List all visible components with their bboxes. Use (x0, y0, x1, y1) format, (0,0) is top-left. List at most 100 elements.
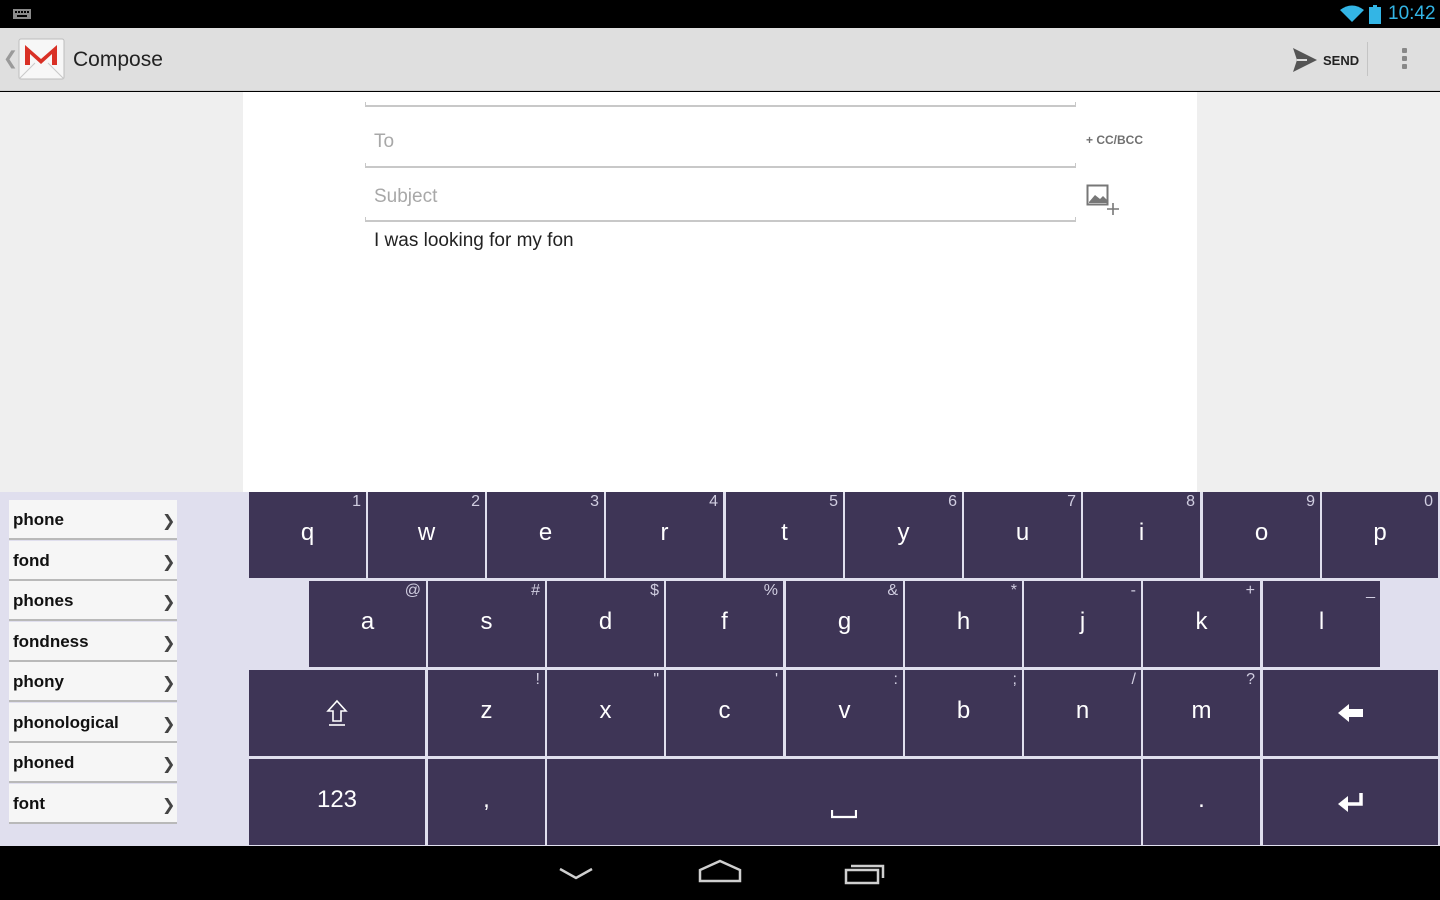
message-body[interactable]: I was looking for my fon (374, 230, 574, 252)
content-area: + CC/BCC I was looking for my fon (0, 92, 1440, 492)
key-label: r (660, 519, 669, 546)
action-bar-title: Compose (73, 48, 163, 71)
key-label: b (956, 697, 971, 724)
chevron-right-icon: ❯ (162, 796, 176, 814)
recents-icon[interactable] (843, 862, 887, 886)
key-o[interactable]: o9 (1203, 492, 1320, 578)
key-label: z (480, 697, 493, 724)
key-alt-label: " (653, 671, 659, 688)
key-alt-label: 7 (1067, 493, 1076, 510)
key-e[interactable]: e3 (487, 492, 604, 578)
enter-key[interactable] (1263, 759, 1438, 845)
key-s[interactable]: s # (428, 581, 545, 667)
keyboard-icon (13, 9, 31, 19)
suggestion-item[interactable]: fondness ❯ (9, 621, 177, 662)
key-f[interactable]: f% (666, 581, 783, 667)
send-button[interactable]: SEND (1286, 42, 1368, 78)
back-icon[interactable] (557, 866, 595, 882)
key-label: k (1195, 608, 1208, 635)
from-field-divider (365, 102, 1076, 107)
key-alt-label: $ (650, 582, 659, 599)
key-r[interactable]: r4 (606, 492, 723, 578)
key-alt-label: ? (1246, 671, 1255, 688)
key-y[interactable]: y6 (845, 492, 962, 578)
subject-field-divider (365, 217, 1076, 222)
suggestion-item[interactable]: phoned ❯ (9, 743, 177, 783)
key-p[interactable]: p0 (1322, 492, 1438, 578)
key-label: x (599, 697, 612, 724)
backspace-key[interactable] (1263, 670, 1438, 756)
key-q[interactable]: q1 (249, 492, 366, 578)
key-x[interactable]: x " (547, 670, 664, 756)
key-d[interactable]: d $ (547, 581, 664, 667)
key-t[interactable]: t5 (726, 492, 843, 578)
cc-bcc-button[interactable]: + CC/BCC (1086, 133, 1143, 147)
key-alt-label: - (1130, 582, 1136, 599)
key-alt-label: # (531, 582, 540, 599)
key-label: y (897, 519, 910, 546)
suggestion-list: phone ❯ fond ❯ phones ❯ fondness ❯ phony ❯ phonolo… (9, 500, 177, 824)
suggestion-item[interactable]: phonological ❯ (9, 702, 177, 743)
key-z[interactable]: z! (428, 670, 545, 756)
key-c[interactable]: c ' (666, 670, 783, 756)
key-v[interactable]: v: (786, 670, 903, 756)
key-m[interactable]: m? (1143, 670, 1260, 756)
suggestion-item[interactable]: fond ❯ (9, 540, 177, 581)
subject-field[interactable] (365, 177, 1076, 217)
overflow-menu-icon[interactable] (1390, 43, 1418, 75)
key-alt-label: * (1010, 582, 1017, 599)
gmail-logo[interactable] (17, 35, 66, 84)
suggestion-item[interactable]: phony ❯ (9, 662, 177, 702)
key-w[interactable]: w2 (368, 492, 485, 578)
chevron-right-icon: ❯ (162, 675, 176, 692)
key-label: 123 (316, 786, 358, 813)
send-label: SEND (1323, 52, 1360, 68)
suggestion-word: phonological (13, 712, 119, 732)
key-g[interactable]: g & (786, 581, 903, 667)
key-alt-label: + (1245, 582, 1255, 599)
key-j[interactable]: j- (1024, 581, 1141, 667)
battery-icon (1369, 5, 1381, 24)
key-alt-label: : (893, 671, 898, 688)
numbers-key[interactable]: 123 (249, 759, 425, 845)
key-label: p (1373, 519, 1387, 546)
comma-key[interactable]: , (428, 759, 545, 845)
navigation-bar (0, 846, 1440, 900)
shift-icon (326, 699, 348, 726)
key-label: , (483, 786, 490, 813)
shift-key[interactable] (249, 670, 425, 756)
key-alt-label: 1 (352, 493, 361, 510)
key-alt-label: ; (1012, 671, 1017, 688)
space-key[interactable] (547, 759, 1141, 845)
suggestion-word: phony (13, 672, 64, 691)
key-label: s (480, 608, 493, 635)
key-label: w (417, 519, 436, 546)
suggestion-item[interactable]: phones ❯ (9, 581, 177, 621)
suggestion-item[interactable]: font ❯ (9, 783, 177, 824)
key-u[interactable]: u7 (964, 492, 1081, 578)
key-b[interactable]: b; (905, 670, 1022, 756)
space-icon (831, 810, 857, 819)
key-label: j (1079, 608, 1086, 635)
key-h[interactable]: h * (905, 581, 1022, 667)
up-chevron-icon[interactable]: ❮ (3, 48, 18, 69)
chevron-right-icon: ❯ (162, 756, 176, 773)
status-bar: 10:42 (0, 0, 1440, 28)
period-key[interactable]: . (1143, 759, 1260, 845)
key-k[interactable]: k + (1143, 581, 1260, 667)
suggestion-item[interactable]: phone ❯ (9, 500, 177, 540)
home-icon[interactable] (697, 858, 743, 884)
chevron-right-icon: ❯ (162, 553, 176, 571)
chevron-right-icon: ❯ (162, 513, 176, 530)
key-l[interactable]: l _ (1263, 581, 1380, 667)
to-field[interactable] (365, 122, 1076, 162)
attach-image-icon[interactable] (1086, 184, 1122, 218)
suggestion-word: fond (13, 550, 50, 570)
key-label: h (956, 608, 971, 635)
key-a[interactable]: a @ (309, 581, 426, 667)
key-i[interactable]: i8 (1083, 492, 1200, 578)
soft-keyboard: phone ❯ fond ❯ phones ❯ fondness ❯ phony ❯ phonolo… (0, 492, 1440, 846)
key-n[interactable]: n / (1024, 670, 1141, 756)
key-alt-label: 9 (1306, 493, 1315, 510)
suggestion-word: phone (13, 510, 64, 529)
